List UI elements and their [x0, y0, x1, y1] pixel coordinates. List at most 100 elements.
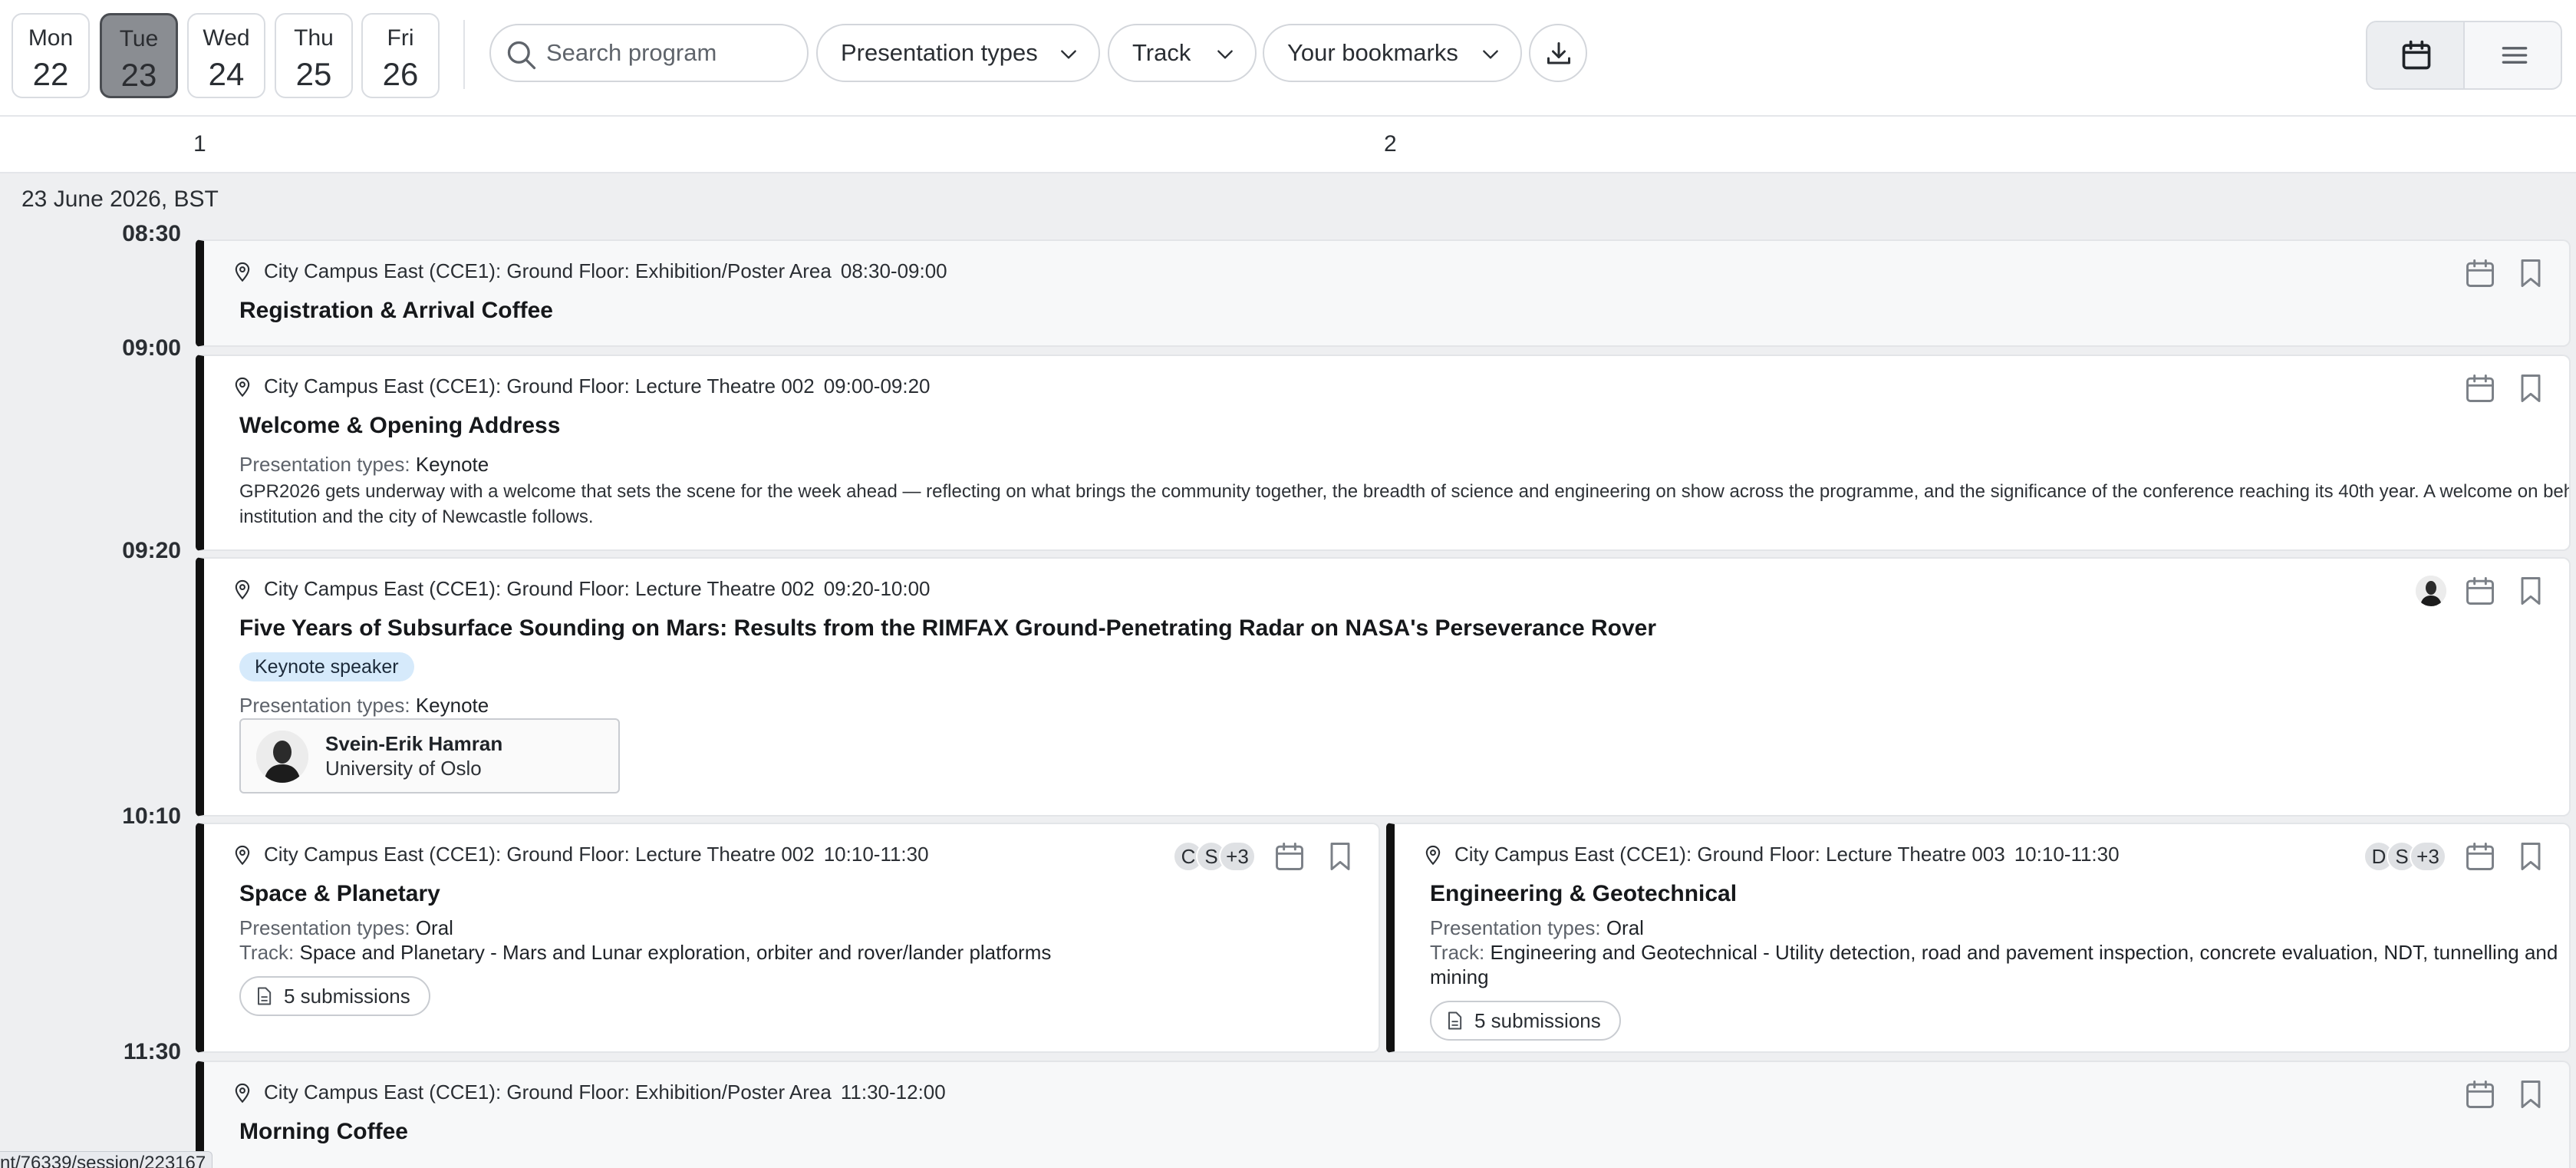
- submissions-count: 5 submissions: [1474, 1008, 1601, 1032]
- download-button[interactable]: [1529, 24, 1587, 82]
- add-to-calendar-icon[interactable]: [2463, 1077, 2497, 1111]
- track-value: Space and Planetary - Mars and Lunar exp…: [299, 941, 1052, 964]
- session-time: 11:30-12:00: [840, 1081, 946, 1104]
- submissions-count: 5 submissions: [284, 984, 410, 1008]
- session-actions: C S +3: [1173, 840, 1357, 873]
- day-name: Fri: [387, 25, 414, 51]
- location-text: City Campus East (CCE1): Ground Floor: L…: [264, 374, 815, 398]
- location-pin-icon: [1425, 845, 1441, 865]
- date-label: 23 June 2026, BST: [21, 186, 219, 212]
- search-input[interactable]: [546, 36, 792, 70]
- track-label: Track:: [1430, 941, 1485, 964]
- location-text: City Campus East (CCE1): Ground Floor: E…: [264, 259, 832, 282]
- bookmark-icon[interactable]: [1323, 840, 1357, 873]
- location-pin-icon: [235, 1083, 250, 1103]
- day-number: 24: [208, 56, 245, 92]
- schedule-grid: 23 June 2026, BST 08:30 09:00 09:20 10:1…: [0, 173, 2576, 1168]
- day-tab-mon[interactable]: Mon 22: [12, 13, 90, 98]
- download-icon: [1547, 42, 1570, 64]
- track-filter-label: Track: [1132, 39, 1191, 66]
- day-number: 22: [32, 56, 69, 92]
- day-name: Thu: [294, 25, 334, 51]
- day-number: 26: [382, 56, 419, 92]
- view-toggle: [2366, 21, 2562, 90]
- add-to-calendar-icon[interactable]: [2463, 256, 2497, 290]
- session-time: 09:00-09:20: [823, 374, 931, 398]
- time-label: 11:30: [123, 1039, 181, 1064]
- session-title: Five Years of Subsurface Sounding on Mar…: [239, 615, 1657, 641]
- day-number: 23: [120, 57, 157, 93]
- add-to-calendar-icon[interactable]: [2463, 371, 2497, 405]
- session-title: Welcome & Opening Address: [239, 413, 561, 438]
- session-time: 08:30-09:00: [840, 259, 947, 282]
- day-tab-fri[interactable]: Fri 26: [361, 13, 440, 98]
- presentation-type-label: Presentation types:: [1430, 916, 1601, 939]
- bookmark-icon[interactable]: [2514, 840, 2548, 873]
- session-card-morning-coffee[interactable]: City Campus East (CCE1): Ground Floor: E…: [196, 1061, 2571, 1168]
- speaker-card[interactable]: Svein-Erik Hamran University of Oslo: [239, 718, 620, 794]
- presentation-types-filter[interactable]: Presentation types: [816, 24, 1100, 82]
- bookmarks-filter-label: Your bookmarks: [1287, 39, 1458, 66]
- presentation-type-value: Oral: [415, 916, 453, 939]
- add-to-calendar-icon[interactable]: [1273, 840, 1306, 873]
- chair-avatars: D S +3: [2364, 841, 2446, 872]
- session-card-engineering-geotechnical[interactable]: City Campus East (CCE1): Ground Floor: L…: [1386, 823, 2571, 1053]
- location-pin-icon: [235, 262, 250, 282]
- column-label-2: 2: [1384, 131, 1397, 157]
- speaker-avatar: [2416, 576, 2446, 606]
- submissions-button[interactable]: 5 submissions: [1430, 1001, 1621, 1041]
- add-to-calendar-icon[interactable]: [2463, 574, 2497, 608]
- session-card-space-planetary[interactable]: City Campus East (CCE1): Ground Floor: L…: [196, 823, 1380, 1053]
- day-tab-wed[interactable]: Wed 24: [187, 13, 265, 98]
- add-to-calendar-icon[interactable]: [2463, 840, 2497, 873]
- session-time: 10:10-11:30: [823, 843, 929, 866]
- presentation-type: Presentation types: Oral: [239, 916, 453, 940]
- location-text: City Campus East (CCE1): Ground Floor: L…: [264, 577, 815, 600]
- location-text: City Campus East (CCE1): Ground Floor: E…: [264, 1081, 832, 1104]
- menu-icon: [2502, 47, 2528, 64]
- session-title: Registration & Arrival Coffee: [239, 298, 553, 323]
- day-tab-thu[interactable]: Thu 25: [275, 13, 353, 98]
- track-filter[interactable]: Track: [1108, 24, 1257, 82]
- day-number: 25: [295, 56, 332, 92]
- session-location: City Campus East (CCE1): Ground Floor: L…: [232, 577, 931, 601]
- presentation-type: Presentation types: Keynote: [239, 694, 489, 718]
- session-title: Engineering & Geotechnical: [1430, 881, 1738, 906]
- avatar-overflow-count: +3: [1219, 841, 1256, 872]
- location-pin-icon: [235, 377, 250, 397]
- presentation-type: Presentation types: Keynote: [239, 453, 489, 477]
- status-bar-url: nt/76339/session/223167: [0, 1151, 213, 1168]
- calendar-view-button[interactable]: [2367, 22, 2465, 88]
- search-box[interactable]: [489, 24, 809, 82]
- bookmark-icon[interactable]: [2514, 1077, 2548, 1111]
- session-card-keynote[interactable]: City Campus East (CCE1): Ground Floor: L…: [196, 557, 2571, 817]
- chevron-down-icon: [1483, 50, 1498, 59]
- search-icon: [507, 41, 536, 70]
- time-label: 08:30: [122, 221, 181, 246]
- session-actions: [2463, 371, 2548, 405]
- session-card-welcome[interactable]: City Campus East (CCE1): Ground Floor: L…: [196, 355, 2571, 551]
- avatar-overflow-count: +3: [2410, 841, 2446, 872]
- session-card-registration[interactable]: City Campus East (CCE1): Ground Floor: E…: [196, 239, 2571, 347]
- chevron-down-icon: [1061, 50, 1076, 59]
- day-name: Mon: [28, 25, 74, 51]
- chevron-down-icon: [1217, 50, 1233, 59]
- session-location: City Campus East (CCE1): Ground Floor: E…: [232, 259, 947, 283]
- list-view-button[interactable]: [2466, 22, 2563, 88]
- day-name: Wed: [203, 25, 250, 51]
- presentation-type-label: Presentation types:: [239, 916, 410, 939]
- bookmark-icon[interactable]: [2514, 371, 2548, 405]
- location-text: City Campus East (CCE1): Ground Floor: L…: [1454, 843, 2005, 866]
- session-location: City Campus East (CCE1): Ground Floor: L…: [1422, 843, 2120, 866]
- time-label: 09:00: [122, 335, 181, 361]
- speaker-avatar: [256, 731, 308, 783]
- document-icon: [258, 987, 272, 1005]
- session-actions: [2463, 1077, 2548, 1111]
- bookmark-icon[interactable]: [2514, 256, 2548, 290]
- speaker-name: Svein-Erik Hamran: [325, 732, 503, 755]
- submissions-button[interactable]: 5 submissions: [239, 976, 430, 1016]
- bookmark-icon[interactable]: [2514, 574, 2548, 608]
- session-time: 10:10-11:30: [2014, 843, 2120, 866]
- bookmarks-filter[interactable]: Your bookmarks: [1263, 24, 1522, 82]
- day-tab-tue[interactable]: Tue 23: [100, 13, 178, 98]
